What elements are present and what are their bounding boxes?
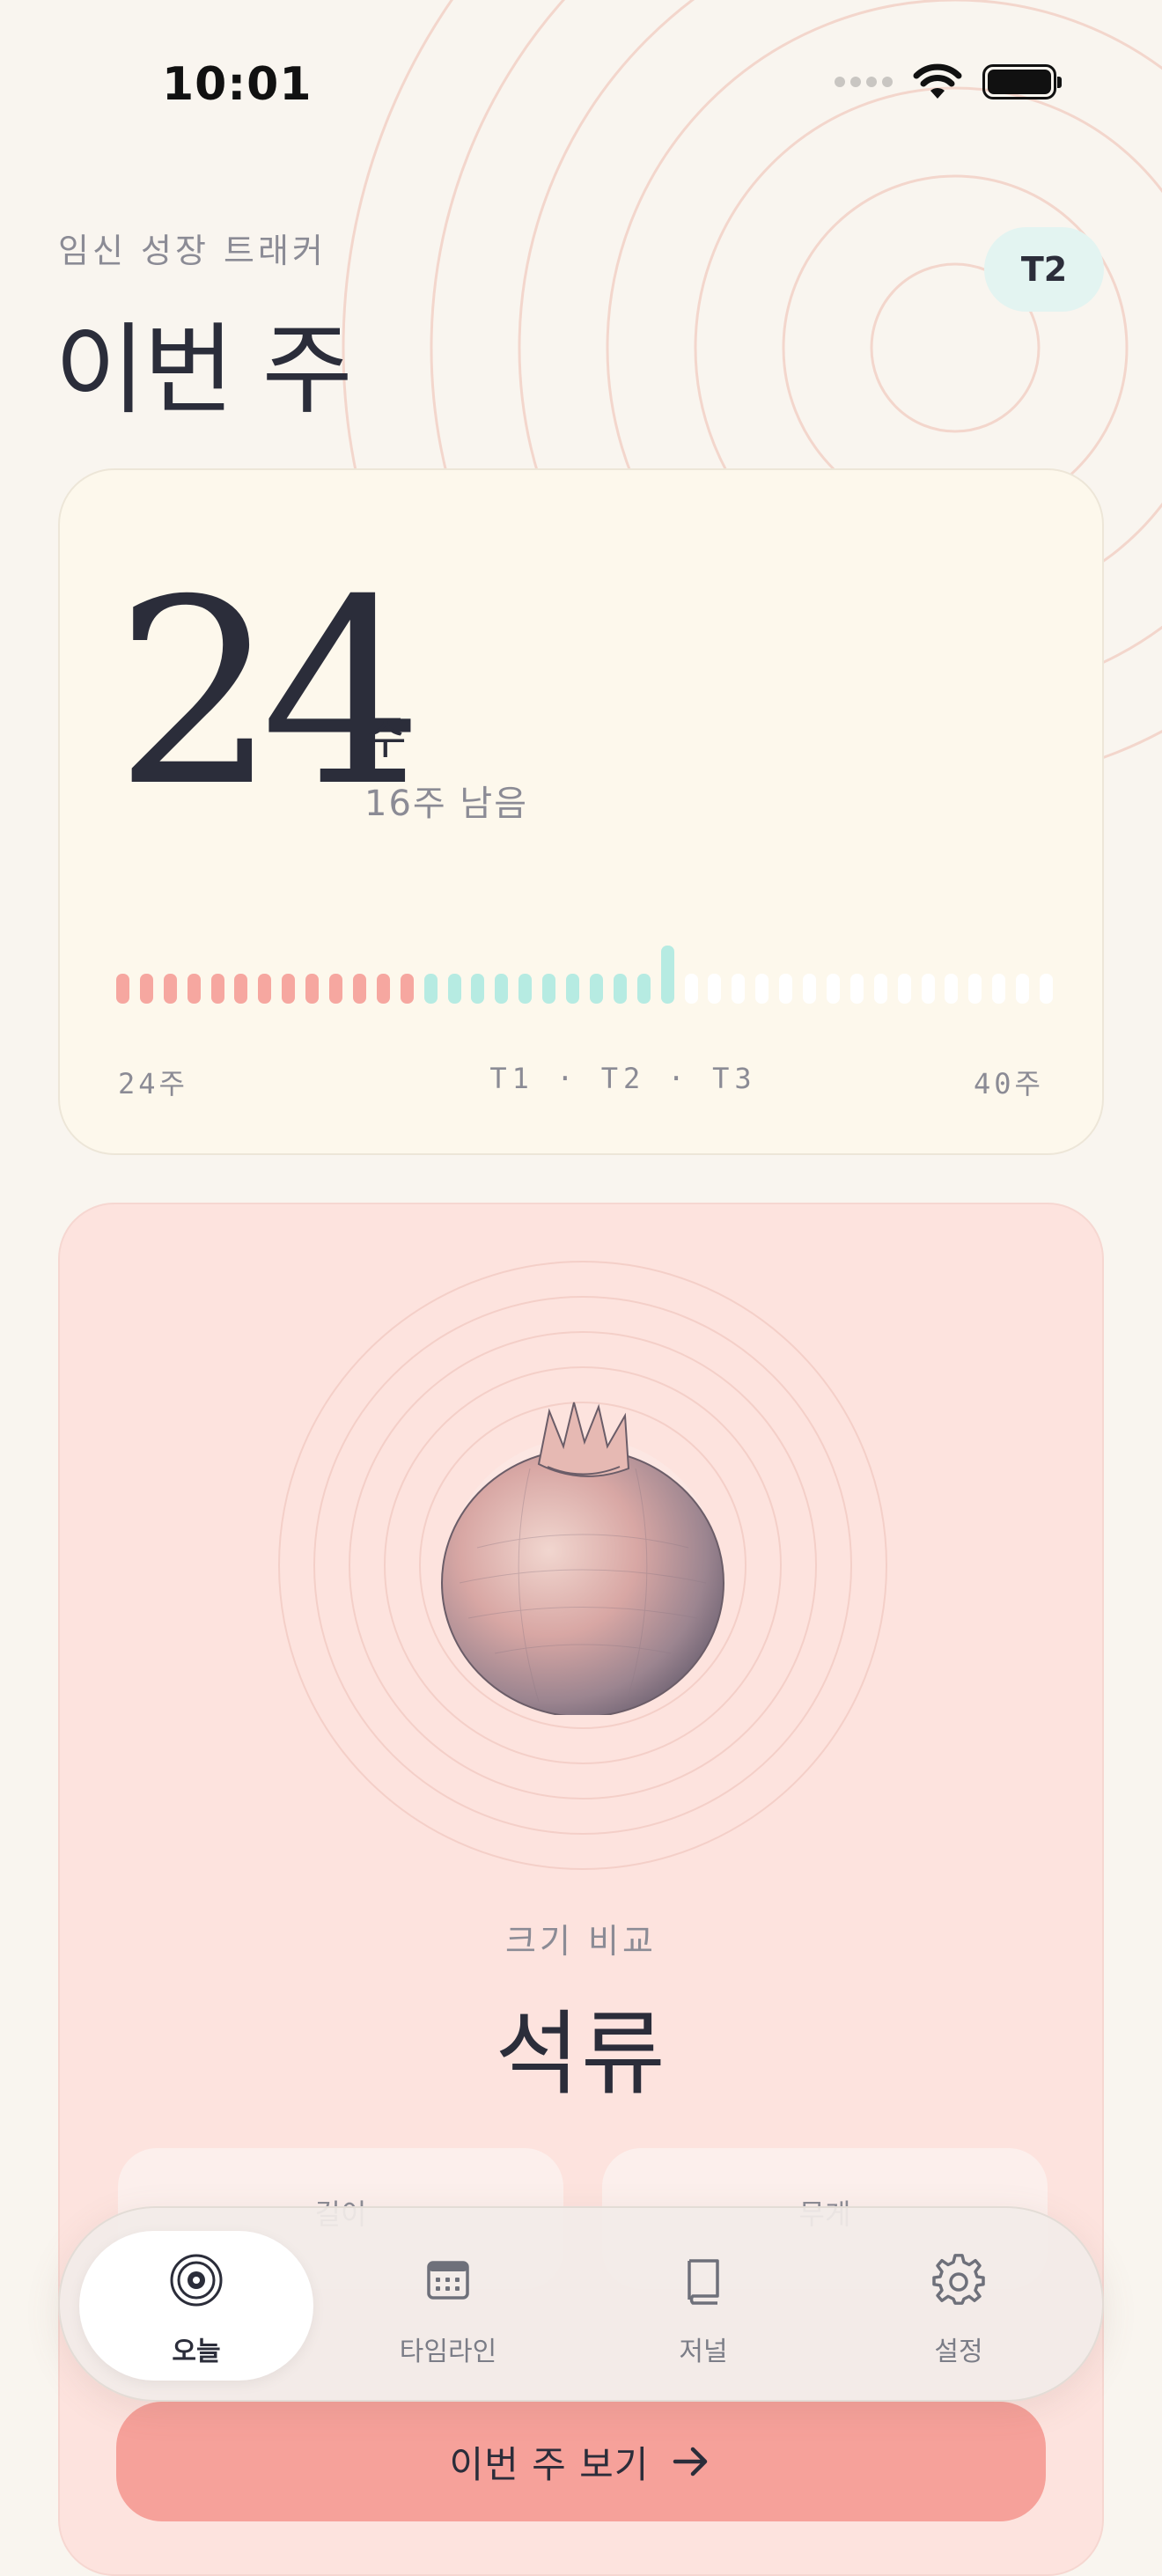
week-tick	[258, 974, 272, 1004]
week-tick	[139, 974, 153, 1004]
size-compare-label: 크기 비교	[505, 1922, 657, 1961]
week-tick	[968, 974, 982, 1004]
week-tick	[803, 974, 817, 1004]
week-tick	[423, 974, 438, 1004]
week-tick	[684, 974, 698, 1004]
week-tick	[708, 974, 722, 1004]
gear-icon	[932, 2254, 985, 2305]
tab-timeline[interactable]: 타임라인	[331, 2231, 565, 2381]
tab-settings-label: 설정	[934, 2337, 983, 2367]
status-icons	[835, 63, 1062, 100]
wifi-icon	[913, 63, 962, 99]
week-tick	[447, 974, 461, 1004]
week-progress-ticks	[116, 942, 1053, 1004]
tab-today-label: 오늘	[172, 2337, 221, 2367]
bottom-tab-bar: 오늘 타임라인 저널 설정	[58, 2206, 1104, 2402]
week-tick	[352, 974, 366, 1004]
tab-timeline-label: 타임라인	[399, 2337, 497, 2367]
week-tick	[589, 974, 603, 1004]
scale-start-label: 24주	[118, 1067, 188, 1100]
week-tick	[1016, 974, 1030, 1004]
cta-label: 이번 주 보기	[449, 2442, 650, 2486]
calendar-icon	[427, 2261, 469, 2300]
week-tick	[873, 974, 887, 1004]
week-tick	[163, 974, 177, 1004]
tab-today[interactable]: 오늘	[79, 2231, 313, 2381]
week-tick	[897, 974, 911, 1004]
arrow-right-icon	[673, 2447, 708, 2477]
week-tick	[566, 974, 580, 1004]
target-icon	[170, 2254, 223, 2307]
week-tick	[518, 974, 533, 1004]
week-tick	[329, 974, 343, 1004]
pomegranate-illustration	[441, 1402, 724, 1715]
week-tick	[542, 974, 556, 1004]
week-tick	[1040, 974, 1053, 1004]
week-tick	[234, 974, 248, 1004]
scale-end-label: 40주	[974, 1067, 1044, 1100]
scale-trimester-labels: T1 · T2 · T3	[489, 1062, 757, 1095]
week-tick	[495, 974, 509, 1004]
week-tick	[779, 974, 793, 1004]
week-tick	[636, 974, 651, 1004]
week-tick	[210, 974, 224, 1004]
trimester-badge[interactable]: T2	[984, 227, 1104, 312]
week-tick	[116, 974, 129, 1004]
week-tick	[400, 974, 414, 1004]
week-tick	[755, 974, 769, 1004]
week-tick	[826, 974, 840, 1004]
book-icon	[688, 2259, 719, 2305]
battery-icon	[982, 64, 1062, 99]
week-tick	[282, 974, 296, 1004]
view-this-week-button[interactable]: 이번 주 보기	[116, 2402, 1046, 2521]
week-tick	[732, 974, 746, 1004]
week-tick	[849, 974, 864, 1004]
fruit-name: 석류	[495, 2000, 667, 2108]
tab-journal[interactable]: 저널	[586, 2231, 820, 2381]
cellular-signal-icon	[835, 77, 893, 87]
tab-settings[interactable]: 설정	[842, 2231, 1076, 2381]
weeks-remaining: 16주 남음	[364, 784, 529, 824]
week-tick	[921, 974, 935, 1004]
week-tick	[992, 974, 1006, 1004]
week-progress-card: 24 주 16주 남음 24주 T1 · T2 · T3 40주	[58, 468, 1104, 1155]
week-tick	[187, 974, 201, 1004]
week-tick	[613, 974, 627, 1004]
week-tick	[945, 974, 959, 1004]
week-unit: 주	[364, 712, 407, 765]
week-tick	[471, 974, 485, 1004]
tab-journal-label: 저널	[679, 2337, 728, 2367]
week-tick	[376, 974, 390, 1004]
current-week-tick	[660, 946, 674, 1004]
page-title: 이번 주	[55, 313, 353, 428]
status-time: 10:01	[162, 58, 313, 111]
app-eyebrow: 임신 성장 트래커	[58, 232, 327, 270]
week-tick	[305, 974, 320, 1004]
